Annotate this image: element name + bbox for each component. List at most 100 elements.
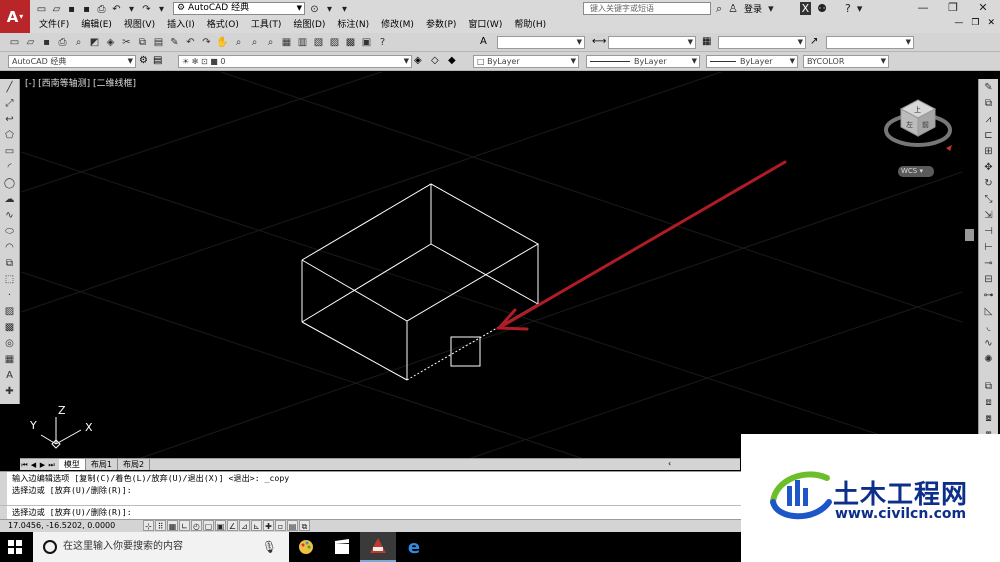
taskbar-search-input[interactable]: 在这里输入你要搜索的内容 🎙 (33, 532, 289, 562)
polyline-icon[interactable]: ↩ (3, 113, 17, 126)
tab-layout2[interactable]: 布局2 (117, 459, 151, 470)
multileader-style-combo[interactable]: ▼ (826, 36, 914, 49)
open-folder-icon[interactable]: ▱ (24, 36, 37, 49)
dynamic-input-icon[interactable]: ⊾ (251, 520, 262, 531)
polygon-icon[interactable]: ⬠ (3, 129, 17, 142)
viewcube-face-right[interactable]: 前 (922, 120, 929, 129)
copy-object-icon[interactable]: ⧉ (982, 97, 996, 110)
ellipse-icon[interactable]: ⬭ (3, 225, 17, 238)
prev-tab-icon[interactable]: ◀ (29, 461, 38, 469)
transparency-icon[interactable]: ▫ (275, 520, 286, 531)
help-search-input[interactable]: 键入关键字或短语 (583, 2, 711, 15)
taskbar-app-movies[interactable] (324, 532, 360, 562)
dropdown-arrow-icon[interactable]: ▾ (768, 2, 774, 15)
user-icon[interactable]: ♙ (728, 2, 738, 15)
make-current-layer-icon[interactable]: ◈ (414, 55, 422, 66)
login-button[interactable]: 登录 (744, 2, 762, 15)
explode-icon[interactable]: ✺ (982, 353, 996, 366)
doc-minimize-icon[interactable]: — (954, 18, 963, 28)
gradient-icon[interactable]: ▩ (3, 321, 17, 334)
insert-block-icon[interactable]: ⧉ (3, 257, 17, 270)
ellipse-arc-icon[interactable]: ◠ (3, 241, 17, 254)
layer-combo[interactable]: ☀ ✻ ⊡ ■ 0 ▼ (178, 55, 412, 68)
send-back-icon[interactable]: ⧇ (982, 412, 996, 425)
menu-format[interactable]: 格式(O) (201, 18, 245, 32)
erase-icon[interactable]: ✎ (982, 81, 996, 94)
bring-front-icon[interactable]: ⧈ (982, 396, 996, 409)
polar-tracking-icon[interactable]: ◴ (191, 520, 202, 531)
viewport-controls-label[interactable]: [-] [西南等轴测] [二维线框] (25, 76, 136, 89)
save-icon[interactable]: ▪ (40, 36, 53, 49)
sheet-set-icon[interactable]: ▨ (328, 36, 341, 49)
dynamic-ucs-icon[interactable]: ⊿ (239, 520, 250, 531)
linetype-combo[interactable]: ByLayer ▼ (586, 55, 700, 68)
scrollbar-thumb[interactable] (965, 229, 974, 241)
rectangle-icon[interactable]: ▭ (3, 145, 17, 158)
drawing-viewport[interactable]: Z X Y 上 左 前 [-] [西南等轴测] [二维线框] WCS ▾ (21, 72, 962, 458)
lineweight-combo[interactable]: ByLayer ▼ (706, 55, 798, 68)
search-icon[interactable]: ⌕ (716, 2, 722, 16)
table-style-combo[interactable]: ▼ (718, 36, 806, 49)
taskbar-app-edge[interactable]: e (396, 532, 432, 562)
scroll-left-icon[interactable]: ‹ (668, 459, 671, 468)
menu-view[interactable]: 视图(V) (118, 18, 161, 32)
workspace-combo[interactable]: AutoCAD 经典 ▼ (8, 55, 136, 68)
color-combo[interactable]: □ ByLayer ▼ (473, 55, 579, 68)
redo-icon[interactable]: ↷ (141, 4, 152, 15)
command-input[interactable]: 选择边或 [放弃(U)/删除(R)]: (0, 505, 741, 519)
dim-style-icon[interactable]: ⟷ (592, 36, 606, 47)
multiline-text-icon[interactable]: A (3, 369, 17, 382)
blend-curves-icon[interactable]: ∿ (982, 337, 996, 350)
viewcube-face-left[interactable]: 左 (906, 120, 913, 129)
minimize-icon[interactable]: — (908, 0, 938, 16)
zoom-previous-icon[interactable]: ⌕ (264, 36, 277, 49)
lineweight-icon[interactable]: ✚ (263, 520, 274, 531)
match-properties-icon[interactable]: ✎ (168, 36, 181, 49)
spline-icon[interactable]: ∿ (3, 209, 17, 222)
draw-order-icon[interactable]: ⧉ (982, 380, 996, 393)
text-style-icon[interactable]: A (480, 36, 487, 47)
menu-parametric[interactable]: 参数(P) (420, 18, 462, 32)
infer-constraints-icon[interactable]: ⊹ (143, 520, 154, 531)
scale-icon[interactable]: ⤡ (982, 193, 996, 206)
layer-properties-icon[interactable]: ▤ (153, 55, 162, 66)
workspace-switcher[interactable]: ⚙ AutoCAD 经典 ▼ (173, 2, 305, 15)
trim-icon[interactable]: ⊣ (982, 225, 996, 238)
text-style-combo[interactable]: ▼ (497, 36, 585, 49)
drawing-canvas[interactable]: Z X Y 上 左 前 (21, 72, 962, 458)
dropdown-arrow-icon[interactable]: ▾ (156, 4, 167, 15)
array-icon[interactable]: ⊞ (982, 145, 996, 158)
markup-icon[interactable]: ▩ (344, 36, 357, 49)
quick-properties-icon[interactable]: ▤ (287, 520, 298, 531)
move-icon[interactable]: ✥ (982, 161, 996, 174)
exchange-apps-icon[interactable]: X (799, 2, 812, 15)
zoom-window-icon[interactable]: ⌕ (248, 36, 261, 49)
ortho-mode-icon[interactable]: ∟ (179, 520, 190, 531)
snap-mode-icon[interactable]: ⠿ (155, 520, 166, 531)
break-icon[interactable]: ⊟ (982, 273, 996, 286)
save-icon[interactable]: ▪ (66, 4, 77, 15)
workspace-settings-icon[interactable]: ⊙ (309, 4, 320, 15)
doc-close-icon[interactable]: ✕ (987, 18, 995, 28)
arc-icon[interactable]: ◜ (3, 161, 17, 174)
line-icon[interactable]: ╱ (3, 81, 17, 94)
windows-start-icon[interactable] (8, 540, 22, 554)
region-icon[interactable]: ◎ (3, 337, 17, 350)
menu-dimension[interactable]: 标注(N) (331, 18, 375, 32)
customize-qat-icon[interactable]: ▾ (339, 4, 350, 15)
copy-icon[interactable]: ⧉ (136, 36, 149, 49)
dim-style-combo[interactable]: ▼ (608, 36, 696, 49)
object-snap-icon[interactable]: ▢ (203, 520, 214, 531)
new-file-icon[interactable]: ▭ (36, 4, 47, 15)
mirror-icon[interactable]: ⩘ (982, 113, 996, 126)
grid-display-icon[interactable]: ▦ (167, 520, 178, 531)
wireframe-box[interactable] (301, 183, 540, 381)
help-icon[interactable]: ? (845, 2, 851, 15)
print-icon[interactable]: ⎙ (56, 36, 69, 49)
join-icon[interactable]: ⊶ (982, 289, 996, 302)
pan-icon[interactable]: ✋ (216, 36, 229, 49)
make-block-icon[interactable]: ⬚ (3, 273, 17, 286)
taskbar-app-autocad[interactable] (360, 532, 396, 562)
circle-icon[interactable]: ◯ (3, 177, 17, 190)
hatch-icon[interactable]: ▨ (3, 305, 17, 318)
